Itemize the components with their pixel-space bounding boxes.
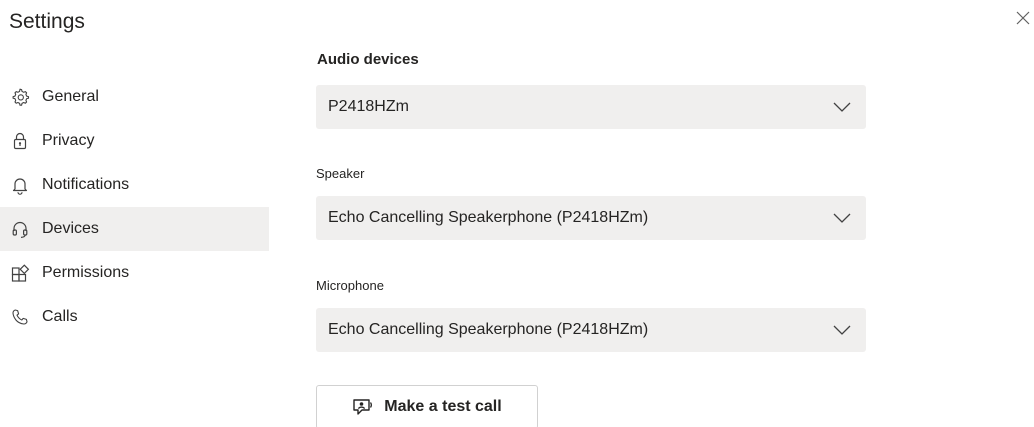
sidebar-item-label: Privacy <box>42 132 95 149</box>
audio-device-value: P2418HZm <box>328 98 409 115</box>
sidebar-item-label: General <box>42 88 99 105</box>
test-call-label: Make a test call <box>384 398 502 415</box>
lock-icon <box>10 131 30 151</box>
settings-sidebar: General Privacy Notifications Devices Pe… <box>0 75 269 339</box>
sidebar-item-devices[interactable]: Devices <box>0 207 269 251</box>
close-button[interactable] <box>1013 10 1033 30</box>
make-test-call-button[interactable]: Make a test call <box>316 385 538 427</box>
bell-icon <box>10 175 30 195</box>
sidebar-item-label: Devices <box>42 220 99 237</box>
speaker-value: Echo Cancelling Speakerphone (P2418HZm) <box>328 209 649 226</box>
phone-icon <box>10 307 30 327</box>
settings-window: Settings General Privacy Notifications D… <box>0 0 1034 427</box>
microphone-label: Microphone <box>316 278 384 293</box>
sidebar-item-notifications[interactable]: Notifications <box>0 163 269 207</box>
close-icon <box>1016 11 1030 30</box>
sidebar-item-label: Notifications <box>42 176 130 193</box>
permissions-icon <box>10 263 30 283</box>
microphone-dropdown[interactable]: Echo Cancelling Speakerphone (P2418HZm) <box>316 308 866 352</box>
sidebar-item-label: Permissions <box>42 264 130 281</box>
speaker-label: Speaker <box>316 166 365 181</box>
test-call-icon <box>352 397 374 417</box>
chevron-down-icon <box>832 97 852 117</box>
sidebar-item-permissions[interactable]: Permissions <box>0 251 269 295</box>
audio-devices-heading: Audio devices <box>317 51 419 68</box>
chevron-down-icon <box>832 320 852 340</box>
sidebar-item-calls[interactable]: Calls <box>0 295 269 339</box>
page-title: Settings <box>9 10 85 33</box>
microphone-value: Echo Cancelling Speakerphone (P2418HZm) <box>328 321 649 338</box>
sidebar-item-general[interactable]: General <box>0 75 269 119</box>
sidebar-item-label: Calls <box>42 308 78 325</box>
audio-device-dropdown[interactable]: P2418HZm <box>316 85 866 129</box>
speaker-dropdown[interactable]: Echo Cancelling Speakerphone (P2418HZm) <box>316 196 866 240</box>
sidebar-item-privacy[interactable]: Privacy <box>0 119 269 163</box>
chevron-down-icon <box>832 208 852 228</box>
headset-icon <box>10 219 30 239</box>
gear-icon <box>10 87 30 107</box>
